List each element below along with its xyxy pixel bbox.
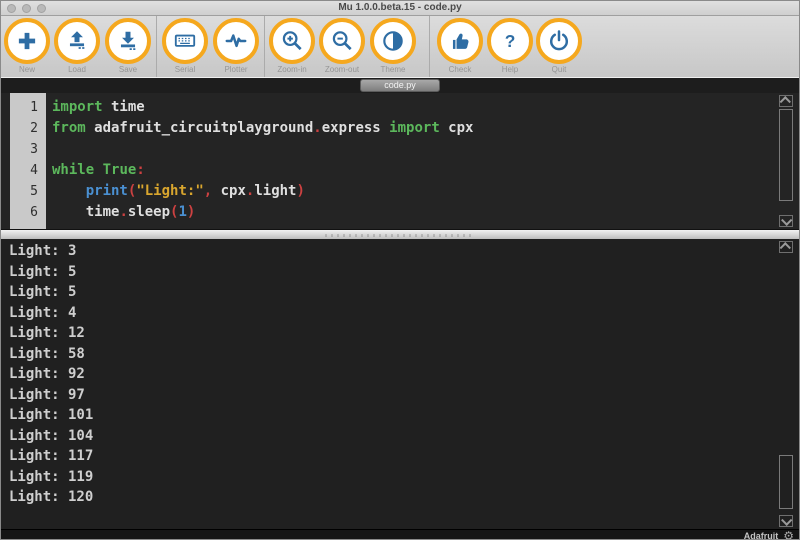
scroll-thumb[interactable]: [779, 109, 793, 201]
scroll-up-button[interactable]: [779, 241, 793, 253]
serial-pane[interactable]: Light: 3Light: 5Light: 5Light: 4Light: 1…: [1, 239, 799, 529]
serial-line: Light: 4: [9, 303, 93, 324]
code-text: time.sleep(1): [52, 202, 195, 223]
titlebar[interactable]: Mu 1.0.0.beta.15 - code.py: [1, 1, 799, 16]
plus-icon: [4, 18, 50, 64]
code-line: 1 import time: [1, 97, 777, 118]
toolbar-button-label: Plotter: [213, 65, 259, 74]
code-text: while True:: [52, 160, 145, 181]
line-number: 1: [1, 97, 46, 118]
serial-line: Light: 101: [9, 405, 93, 426]
toolbar-separator: [156, 16, 157, 77]
toolbar-button-load[interactable]: Load: [54, 18, 100, 74]
power-icon: [536, 18, 582, 64]
line-number: 2: [1, 118, 46, 139]
line-number: 3: [1, 139, 46, 160]
serial-line: Light: 5: [9, 282, 93, 303]
toolbar-button-label: Zoom-in: [269, 65, 315, 74]
toolbar-button-serial[interactable]: Serial: [162, 18, 208, 74]
pane-splitter[interactable]: [1, 229, 799, 239]
code-line: 2 from adafruit_circuitplayground.express…: [1, 118, 777, 139]
download-icon: [105, 18, 151, 64]
mu-editor-window: Mu 1.0.0.beta.15 - code.py New Load Save Se…: [0, 0, 800, 540]
status-bar: Adafruit ⚙: [1, 529, 799, 540]
toolbar-button-label: Zoom-out: [319, 65, 365, 74]
code-line: 4 while True:: [1, 160, 777, 181]
code-text: print("Light:", cpx.light): [52, 181, 305, 202]
toolbar: New Load Save Serial Plotter Zoom-in Zoom-out T…: [1, 16, 799, 78]
scroll-down-button[interactable]: [779, 515, 793, 527]
zoom-out-icon: [319, 18, 365, 64]
mode-label: Adafruit: [744, 531, 779, 540]
editor-pane[interactable]: 1 import time 2 from adafruit_circuitplaygr…: [1, 93, 799, 229]
toolbar-button-help[interactable]: ? Help: [487, 18, 533, 74]
editor-scrollbar[interactable]: [779, 95, 793, 227]
toolbar-separator: [264, 16, 265, 77]
scroll-down-button[interactable]: [779, 215, 793, 227]
toolbar-button-label: Theme: [370, 65, 416, 74]
serial-line: Light: 120: [9, 487, 93, 508]
toolbar-button-theme[interactable]: Theme: [370, 18, 416, 74]
code-text: import time: [52, 97, 145, 118]
code-area[interactable]: 1 import time 2 from adafruit_circuitplaygr…: [1, 97, 777, 223]
toolbar-button-zoom-in[interactable]: Zoom-in: [269, 18, 315, 74]
serial-line: Light: 117: [9, 446, 93, 467]
toolbar-button-quit[interactable]: Quit: [536, 18, 582, 74]
window-title: Mu 1.0.0.beta.15 - code.py: [1, 2, 799, 13]
toolbar-button-label: Help: [487, 65, 533, 74]
splitter-grip: [325, 234, 475, 237]
toolbar-button-zoom-out[interactable]: Zoom-out: [319, 18, 365, 74]
toolbar-button-label: New: [4, 65, 50, 74]
toolbar-button-label: Load: [54, 65, 100, 74]
code-line: 6 time.sleep(1): [1, 202, 777, 223]
toolbar-separator: [429, 16, 430, 77]
code-line: 5 print("Light:", cpx.light): [1, 181, 777, 202]
toolbar-button-label: Check: [437, 65, 483, 74]
serial-line: Light: 58: [9, 344, 93, 365]
toolbar-button-new[interactable]: New: [4, 18, 50, 74]
serial-line: Light: 97: [9, 385, 93, 406]
scroll-thumb[interactable]: [779, 455, 793, 509]
serial-line: Light: 92: [9, 364, 93, 385]
question-icon: ?: [487, 18, 533, 64]
keyboard-icon: [162, 18, 208, 64]
serial-line: Light: 3: [9, 241, 93, 262]
gear-icon[interactable]: ⚙: [783, 531, 794, 540]
toolbar-button-label: Serial: [162, 65, 208, 74]
toolbar-button-label: Save: [105, 65, 151, 74]
code-line: 3: [1, 139, 777, 160]
code-text: from adafruit_circuitplayground.express …: [52, 118, 473, 139]
upload-icon: [54, 18, 100, 64]
line-number: 4: [1, 160, 46, 181]
toolbar-button-label: Quit: [536, 65, 582, 74]
line-number: 6: [1, 202, 46, 223]
contrast-icon: [370, 18, 416, 64]
line-number: 5: [1, 181, 46, 202]
toolbar-button-check[interactable]: Check: [437, 18, 483, 74]
scroll-up-button[interactable]: [779, 95, 793, 107]
tab-bar: code.py: [1, 78, 799, 93]
zoom-in-icon: [269, 18, 315, 64]
thumbs-up-icon: [437, 18, 483, 64]
pulse-icon: [213, 18, 259, 64]
serial-line: Light: 5: [9, 262, 93, 283]
toolbar-button-plotter[interactable]: Plotter: [213, 18, 259, 74]
svg-text:?: ?: [505, 31, 516, 51]
serial-line: Light: 119: [9, 467, 93, 488]
tab-code-py[interactable]: code.py: [360, 79, 440, 92]
serial-output: Light: 3Light: 5Light: 5Light: 4Light: 1…: [9, 241, 93, 508]
toolbar-button-save[interactable]: Save: [105, 18, 151, 74]
serial-line: Light: 104: [9, 426, 93, 447]
serial-scrollbar[interactable]: [779, 241, 793, 527]
serial-line: Light: 12: [9, 323, 93, 344]
